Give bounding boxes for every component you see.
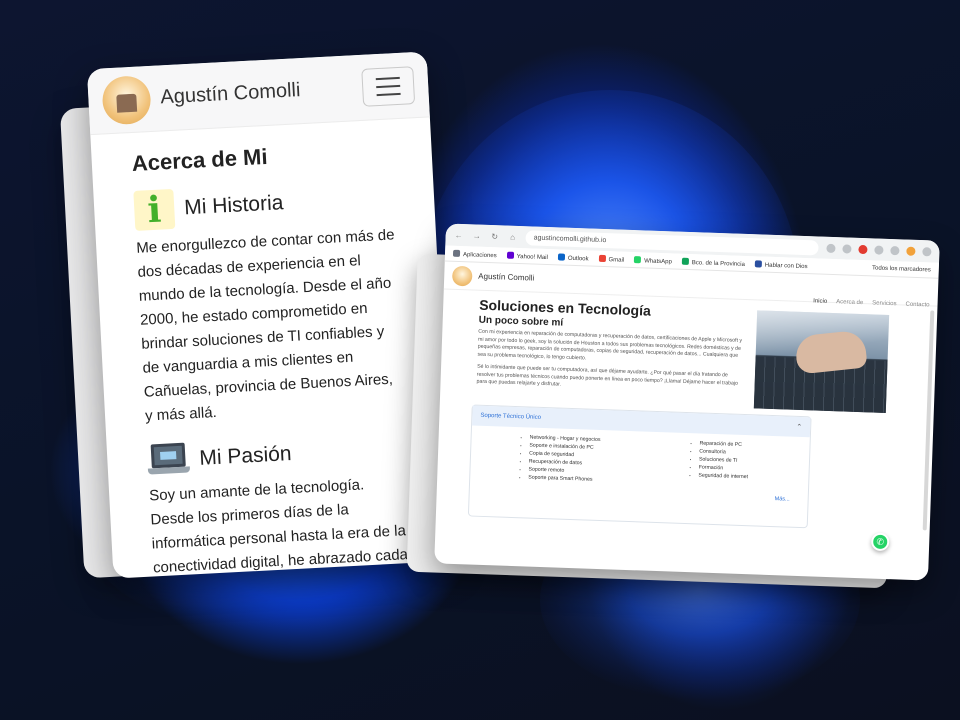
bookmark-item[interactable]: Aplicaciones [452, 249, 497, 259]
site-brand[interactable]: Agustín Comolli [478, 272, 534, 283]
desktop-preview-card: ← → ↻ ⌂ agustincomolli.github.io Aplicac… [434, 223, 940, 581]
menu-line-icon [376, 92, 401, 96]
bookmark-item[interactable]: Outlook [557, 252, 589, 262]
intro-paragraph: Con mi experiencia en reparación de comp… [477, 328, 743, 361]
section-title: Mi Historia [183, 191, 284, 220]
forward-icon[interactable]: → [472, 231, 482, 240]
avatar[interactable] [101, 74, 152, 125]
bookmark-item[interactable]: WhatsApp [634, 255, 672, 265]
section-title: Mi Pasión [198, 442, 293, 470]
list-item: Seguridad de internet [698, 471, 748, 481]
bookmark-item[interactable]: Bco. de la Provincia [681, 257, 745, 267]
intro-paragraph: Sé lo intimidante que puede ser tu compu… [476, 363, 739, 388]
bank-icon [681, 257, 690, 265]
extension-icon[interactable] [858, 244, 868, 254]
site-brand[interactable]: Agustín Comolli [160, 79, 301, 109]
puzzle-icon[interactable] [874, 244, 884, 255]
mobile-preview-card: Agustín Comolli Acerca de Mi i Mi Histor… [86, 51, 454, 579]
avatar[interactable] [451, 265, 473, 286]
keyboard-photo [753, 310, 890, 413]
outlook-icon [557, 252, 566, 261]
yahoo-icon [506, 251, 514, 259]
gmail-icon [598, 254, 606, 262]
bookmark-item[interactable]: Hablar con Dios [754, 259, 808, 270]
services-list: Networking - Hogar y negocios Soporte e … [520, 433, 652, 486]
section-text: Me enorgullezco de contar con más de dos… [135, 226, 395, 425]
bookmark-item[interactable]: Yahoo! Mail [506, 251, 549, 261]
services-lists: Networking - Hogar y negocios Soporte e … [470, 425, 810, 491]
all-bookmarks[interactable]: Todos los marcadores [872, 265, 931, 273]
reload-icon[interactable]: ↻ [490, 232, 500, 241]
services-list: Reparación de PC Consultoría Soluciones … [690, 439, 749, 489]
back-icon[interactable]: ← [454, 230, 464, 239]
star-icon[interactable] [842, 243, 852, 254]
services-accordion: Soporte Técnico Único ⌃ Networking - Hog… [467, 403, 812, 528]
info-icon: i [133, 189, 176, 231]
accordion-title: Soporte Técnico Único [480, 412, 542, 421]
zoom-icon[interactable] [826, 243, 836, 253]
home-icon[interactable]: ⌂ [508, 232, 518, 241]
chat-icon [754, 259, 763, 268]
laptop-icon [147, 442, 191, 478]
sidebar-icon[interactable] [890, 245, 900, 255]
section-text: Soy un amante de la tecnología. Desde lo… [148, 476, 409, 577]
url-text: agustincomolli.github.io [533, 234, 607, 244]
page-heading: Acerca de Mi [131, 143, 269, 177]
browser-actions [826, 243, 932, 256]
whatsapp-icon[interactable]: ✆ [870, 532, 890, 552]
mobile-content: Acerca de Mi i Mi Historia Me enorgullez… [90, 117, 453, 578]
menu-line-icon [376, 84, 401, 88]
apps-icon [452, 249, 461, 257]
whatsapp-icon [634, 255, 642, 263]
bookmark-item[interactable]: Gmail [598, 254, 624, 263]
menu-dots-icon[interactable] [922, 246, 932, 256]
site-main: Soluciones en Tecnología Un poco sobre m… [440, 289, 937, 413]
menu-line-icon [375, 76, 400, 80]
chevron-up-icon: ⌃ [796, 423, 803, 431]
profile-icon[interactable] [906, 246, 916, 256]
hamburger-menu-button[interactable] [361, 65, 416, 107]
